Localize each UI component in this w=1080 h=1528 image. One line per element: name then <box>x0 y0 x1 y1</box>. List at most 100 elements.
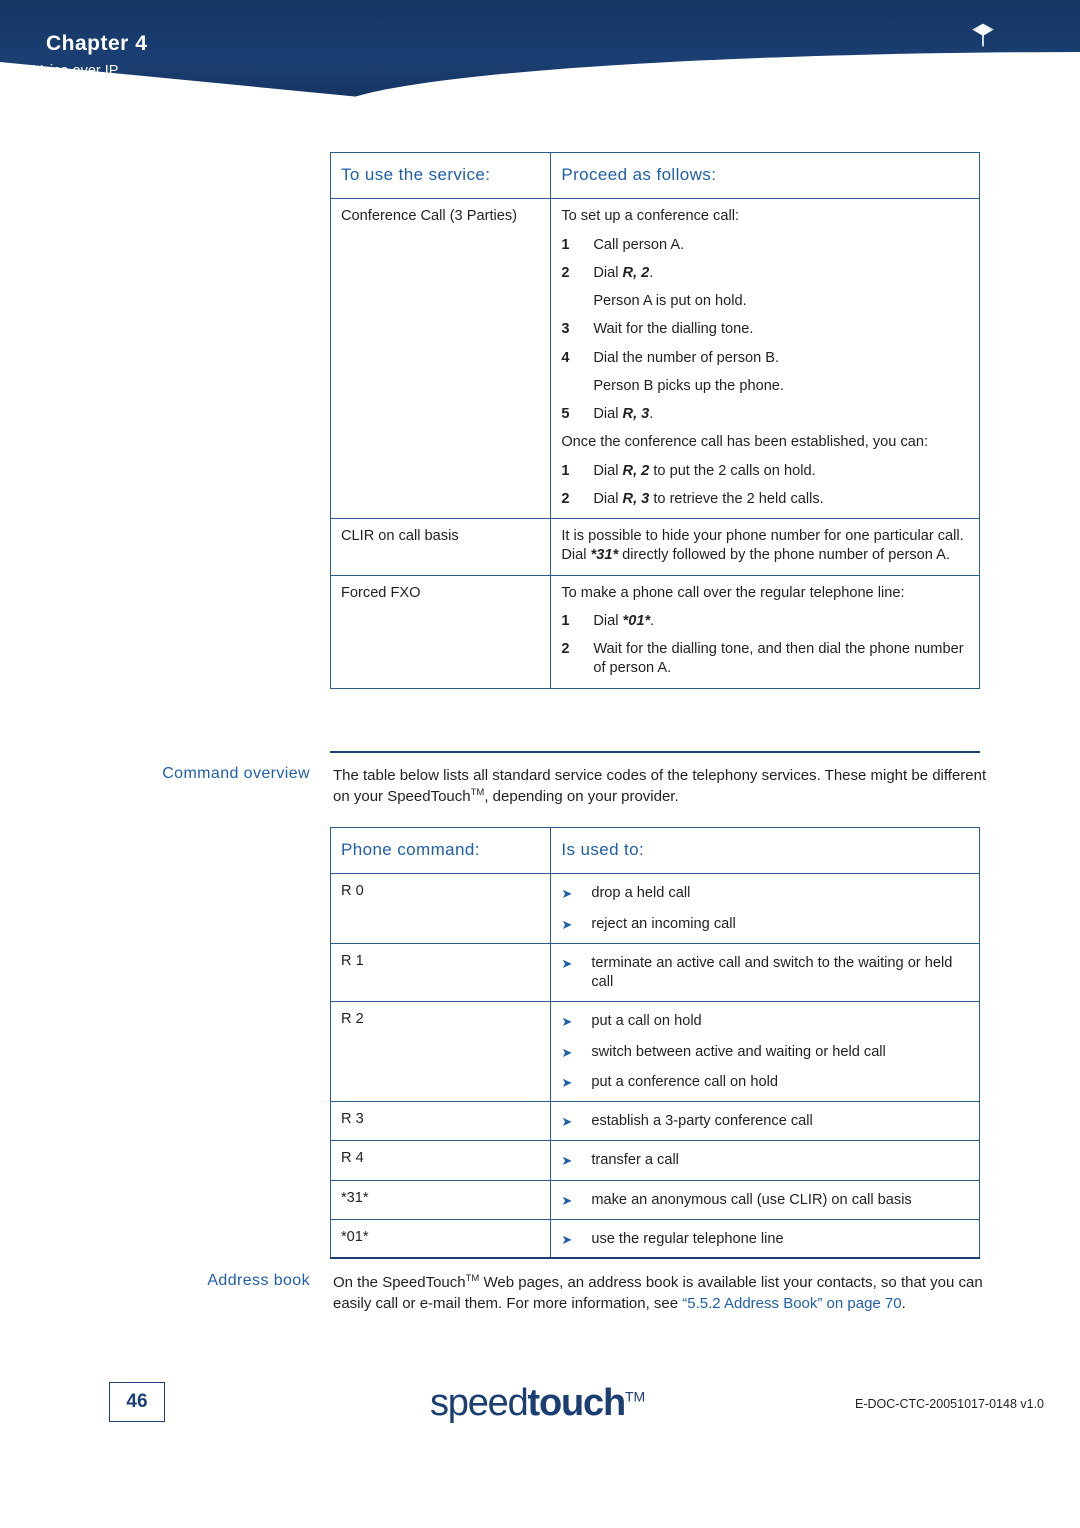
list-item-label: establish a 3-party conference call <box>591 1113 813 1130</box>
step-text: Call person A. <box>593 236 685 253</box>
step-number: 1 <box>561 612 570 629</box>
chapter-word: Chapter <box>46 32 129 55</box>
arrow-bullet-icon: ➤ <box>561 886 573 902</box>
step-text: Dial *01*. <box>593 612 655 629</box>
step-number: 1 <box>561 462 570 479</box>
bullet-list: ➤ use the regular telephone line <box>561 1230 969 1249</box>
speedtouch-logo: speedtouchTM <box>430 1382 645 1425</box>
arrow-bullet-icon: ➤ <box>561 1044 573 1060</box>
instruction-step: 1 Dial *01*. <box>561 612 969 631</box>
page-number: 46 <box>126 1391 148 1412</box>
command-overview-heading: Command overview <box>162 765 310 782</box>
command-table-header-1: Is used to: <box>550 826 980 875</box>
command-overview-rule <box>330 751 980 753</box>
list-item-label: make an anonymous call (use CLIR) on cal… <box>591 1191 912 1208</box>
chapter-label: Chapter 4 <box>46 32 147 56</box>
list-item: ➤ reject an incoming call <box>561 915 969 934</box>
list-item: ➤ switch between active and waiting or h… <box>561 1043 969 1062</box>
service-instructions: To set up a conference call: 1 Call pers… <box>550 198 980 520</box>
table-row: *31* ➤ make an anonymous call (use CLIR)… <box>329 1179 980 1220</box>
command-uses: ➤ establish a 3-party conference call <box>550 1101 980 1142</box>
list-item-label: drop a held call <box>591 885 691 902</box>
arrow-bullet-icon: ➤ <box>561 1192 573 1208</box>
command-overview-paragraph: The table below lists all standard servi… <box>333 767 987 806</box>
command-uses: ➤ drop a held call ➤ reject an incoming … <box>550 873 980 944</box>
thomson-diamond-icon <box>972 23 994 47</box>
table-row: R 1 ➤ terminate an active call and switc… <box>329 942 980 1003</box>
step-number: 2 <box>561 641 570 658</box>
step-number: 2 <box>561 490 570 507</box>
command-table-header-row: Phone command: Is used to: <box>329 826 980 875</box>
instruction-step: 2 Dial R, 3 to retrieve the 2 held calls… <box>561 490 969 509</box>
address-book-link[interactable]: “5.5.2 Address Book” on page 70 <box>682 1295 901 1312</box>
table-row: CLIR on call basis It is possible to hid… <box>329 518 980 576</box>
list-item-label: put a call on hold <box>591 1013 702 1030</box>
phone-command: *01* <box>329 1218 552 1260</box>
thomson-wordmark: THOMSON <box>908 48 1060 79</box>
table-row: Conference Call (3 Parties) To set up a … <box>329 198 980 520</box>
phone-command: R 2 <box>329 1001 552 1103</box>
instruction-step: 5 Dial R, 3. <box>561 405 969 424</box>
instruction-intro: To set up a conference call: <box>561 208 739 225</box>
table-row: R 2 ➤ put a call on hold ➤ switch betwee… <box>329 1001 980 1103</box>
list-item-label: reject an incoming call <box>591 915 736 932</box>
table-row: Forced FXO To make a phone call over the… <box>329 574 980 689</box>
command-table: Phone command: Is used to: R 0 ➤ drop a … <box>329 826 980 1260</box>
page-number-box: 46 <box>109 1382 165 1422</box>
step-note: Person B picks up the phone. <box>593 377 784 394</box>
step-text: Dial R, 3 to retrieve the 2 held calls. <box>593 490 824 507</box>
service-name: CLIR on call basis <box>329 518 552 576</box>
document-code: E-DOC-CTC-20051017-0148 v1.0 <box>855 1397 1044 1411</box>
conference-established-note: Once the conference call has been establ… <box>561 434 929 451</box>
service-instructions: It is possible to hide your phone number… <box>550 518 980 576</box>
list-item: ➤ drop a held call <box>561 884 969 903</box>
instruction-step: 2 Wait for the dialling tone, and then d… <box>561 640 969 679</box>
list-item: ➤ transfer a call <box>561 1151 969 1170</box>
step-number: 4 <box>561 349 570 366</box>
phone-command: R 4 <box>329 1140 552 1181</box>
list-item-label: use the regular telephone line <box>591 1230 784 1247</box>
speedtouch-logo-bold: touch <box>527 1382 627 1424</box>
instruction-step: 1 Call person A. <box>561 236 969 255</box>
speedtouch-logo-tm: TM <box>624 1388 646 1405</box>
address-book-rule <box>330 1257 980 1259</box>
service-instructions: To make a phone call over the regular te… <box>550 574 980 689</box>
list-item: ➤ make an anonymous call (use CLIR) on c… <box>561 1191 969 1210</box>
instruction-step: 1 Dial R, 2 to put the 2 calls on hold. <box>561 462 969 481</box>
thomson-logo: THOMSON <box>908 22 1058 78</box>
service-table-header-row: To use the service: Proceed as follows: <box>329 151 980 200</box>
command-uses: ➤ put a call on hold ➤ switch between ac… <box>550 1001 980 1103</box>
instruction-intro: To make a phone call over the regular te… <box>561 584 905 601</box>
arrow-bullet-icon: ➤ <box>561 1231 573 1247</box>
phone-command: *31* <box>329 1179 552 1220</box>
table-row: R 3 ➤ establish a 3-party conference cal… <box>329 1101 980 1142</box>
address-book-heading: Address book <box>207 1272 310 1289</box>
step-note: Person A is put on hold. <box>593 293 747 310</box>
service-name: Conference Call (3 Parties) <box>329 198 552 520</box>
instruction-steps: 1 Dial *01*. 2 Wait for the dialling ton… <box>561 612 969 679</box>
phone-command: R 3 <box>329 1101 552 1142</box>
instruction-step: 4 Dial the number of person B. <box>561 349 969 368</box>
bullet-list: ➤ put a call on hold ➤ switch between ac… <box>561 1012 969 1092</box>
list-item-label: switch between active and waiting or hel… <box>591 1043 886 1060</box>
chapter-number: 4 <box>135 32 148 55</box>
bullet-list: ➤ transfer a call <box>561 1151 969 1170</box>
instruction-steps: 1 Call person A. 2 Dial R, 2. Person A i… <box>561 236 969 510</box>
bullet-list: ➤ make an anonymous call (use CLIR) on c… <box>561 1191 969 1210</box>
arrow-bullet-icon: ➤ <box>561 916 573 932</box>
speedtouch-logo-light: speed <box>430 1382 529 1424</box>
bullet-list: ➤ establish a 3-party conference call <box>561 1112 969 1131</box>
chapter-subtitle: Voice over IP <box>33 63 119 79</box>
list-item-label: transfer a call <box>591 1152 679 1169</box>
instruction-intro: It is possible to hide your phone number… <box>561 528 964 564</box>
command-uses: ➤ terminate an active call and switch to… <box>550 942 980 1003</box>
command-uses: ➤ use the regular telephone line <box>550 1218 980 1260</box>
instruction-step: 3 Wait for the dialling tone. <box>561 320 969 339</box>
step-text: Wait for the dialling tone, and then dia… <box>593 641 964 677</box>
phone-command: R 0 <box>329 873 552 944</box>
page-header: Chapter 4 Voice over IP THOMSON <box>0 0 1080 112</box>
step-number: 5 <box>561 406 570 423</box>
step-text: Dial R, 2. <box>593 264 654 281</box>
command-uses: ➤ make an anonymous call (use CLIR) on c… <box>550 1179 980 1220</box>
step-number: 2 <box>561 264 570 281</box>
